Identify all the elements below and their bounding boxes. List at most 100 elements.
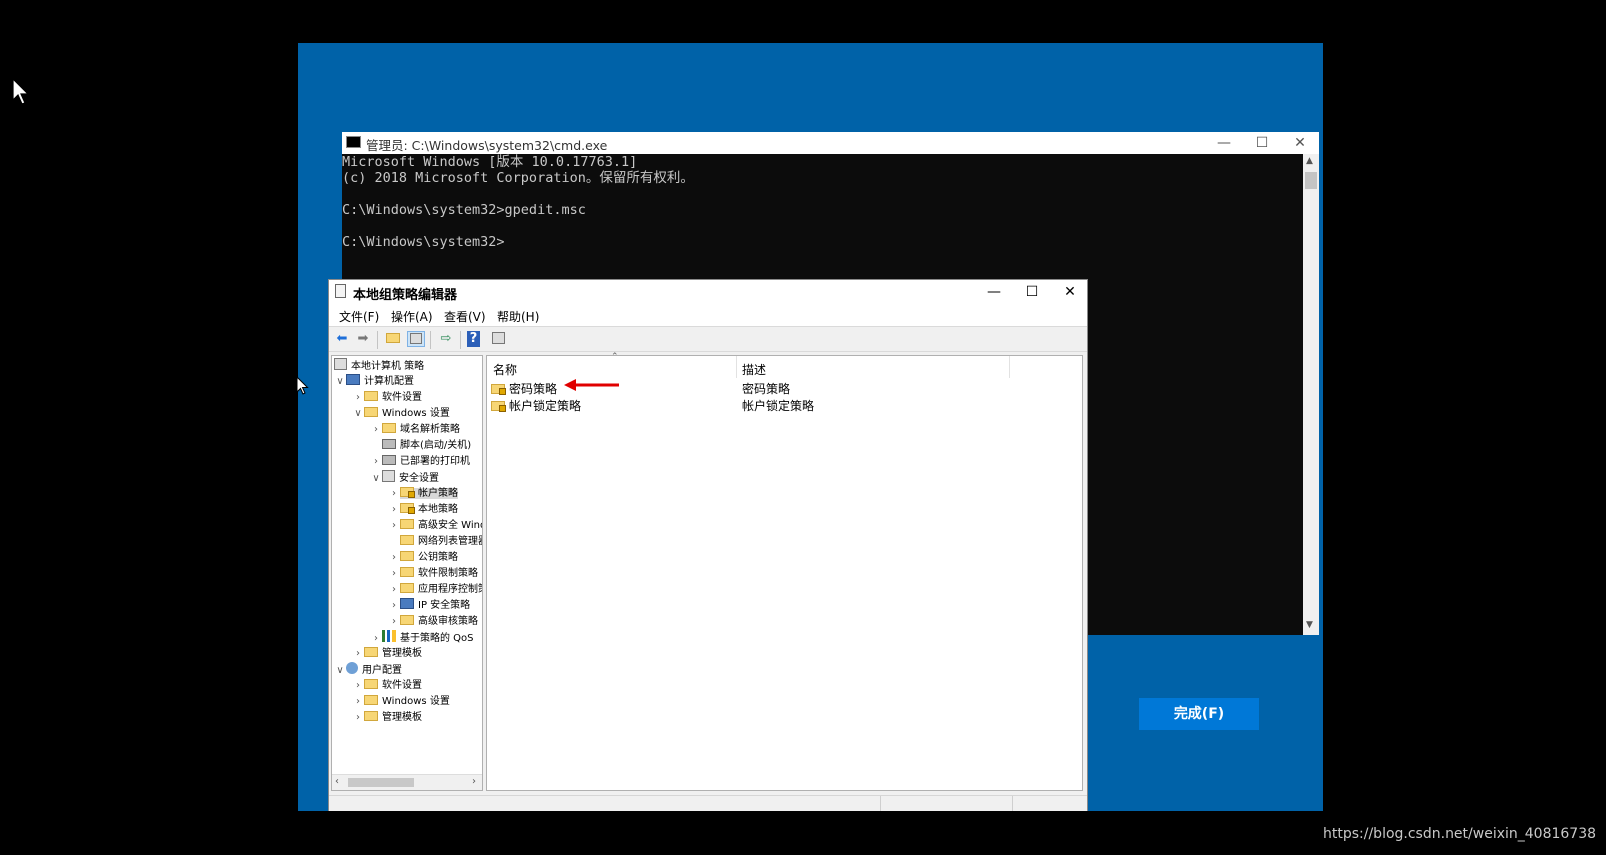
show-hide-tree-icon[interactable]	[407, 331, 425, 347]
folder-icon	[400, 583, 414, 593]
tree-item-account-policies[interactable]: › 帐户策略	[388, 486, 458, 502]
tree-item-name-resolution-policy[interactable]: › 域名解析策略	[370, 422, 460, 438]
chevron-right-icon[interactable]: ›	[388, 598, 400, 614]
status-divider	[880, 796, 881, 811]
chevron-right-icon[interactable]: ›	[370, 422, 382, 438]
list-item-account-lockout-policy[interactable]: 帐户锁定策略	[491, 398, 581, 414]
tree-item-user-admin-templates[interactable]: › 管理模板	[352, 710, 422, 726]
tree-item-label: 本地策略	[418, 504, 458, 515]
tree-item-software-restriction[interactable]: › 软件限制策略	[388, 566, 478, 582]
tree-item-qos[interactable]: › 基于策略的 QoS	[370, 630, 474, 646]
properties-pane-icon[interactable]	[489, 331, 507, 347]
tree-item-label: 应用程序控制策略	[418, 584, 482, 595]
menu-help[interactable]: 帮助(H)	[497, 308, 539, 325]
chevron-right-icon[interactable]: ›	[388, 614, 400, 630]
chevron-right-icon[interactable]: ›	[388, 550, 400, 566]
finish-button[interactable]: 完成(F)	[1139, 698, 1259, 730]
chevron-right-icon[interactable]: ›	[370, 454, 382, 470]
column-header-description[interactable]: 描述	[742, 361, 766, 378]
cmd-title: 管理员: C:\Windows\system32\cmd.exe	[366, 138, 608, 153]
chevron-right-icon[interactable]: ›	[352, 678, 364, 694]
cmd-scroll-thumb[interactable]	[1305, 172, 1317, 189]
tree-item-advanced-firewall[interactable]: › 高级安全 Windows	[388, 518, 482, 534]
user-icon	[346, 662, 358, 674]
list-item-name: 帐户锁定策略	[509, 399, 582, 413]
expand-chevron-down-icon[interactable]: ∨	[334, 663, 346, 679]
forward-arrow-icon[interactable]: ➡	[354, 331, 372, 347]
chevron-right-icon[interactable]: ›	[352, 390, 364, 406]
expand-chevron-down-icon[interactable]: ∨	[352, 406, 364, 422]
chevron-right-icon[interactable]: ›	[388, 582, 400, 598]
back-arrow-icon[interactable]: ⬅	[333, 331, 351, 347]
tree-item-local-computer-policy[interactable]: 本地计算机 策略	[334, 358, 424, 374]
mouse-cursor-icon	[12, 78, 30, 105]
tree-item-label: 帐户策略	[418, 488, 458, 499]
gpedit-maximize-button[interactable]: ☐	[1013, 281, 1051, 303]
folder-icon	[364, 679, 378, 689]
tree-item-security-settings[interactable]: ∨ 安全设置	[370, 470, 439, 486]
console-line: C:\Windows\system32>gpedit.msc	[342, 202, 586, 218]
column-divider[interactable]	[736, 356, 737, 378]
printer-icon	[382, 455, 396, 465]
tree-item-label: 基于策略的 QoS	[400, 633, 474, 644]
tree-item-software-settings[interactable]: › 软件设置	[352, 390, 422, 406]
tree-item-ip-security[interactable]: › IP 安全策略	[388, 598, 470, 614]
cmd-maximize-button[interactable]: ☐	[1243, 132, 1281, 154]
column-divider[interactable]	[1009, 356, 1010, 378]
gpedit-minimize-button[interactable]: —	[975, 281, 1013, 303]
tree-item-public-key-policies[interactable]: › 公钥策略	[388, 550, 458, 566]
tree-item-advanced-audit[interactable]: › 高级审核策略	[388, 614, 478, 630]
tree-scroll-thumb[interactable]	[348, 778, 414, 787]
help-icon[interactable]: ?	[467, 331, 480, 347]
tree-item-app-control[interactable]: › 应用程序控制策略	[388, 582, 482, 598]
chevron-right-icon[interactable]: ›	[388, 566, 400, 582]
list-item-password-policy[interactable]: 密码策略	[491, 381, 557, 397]
up-folder-icon[interactable]	[384, 331, 402, 347]
menu-action[interactable]: 操作(A)	[391, 308, 433, 325]
chevron-right-icon[interactable]: ›	[370, 631, 382, 647]
scroll-right-arrow-icon[interactable]: ›	[472, 776, 476, 787]
export-list-icon[interactable]: ⇨	[437, 331, 455, 347]
folder-icon	[364, 695, 378, 705]
tree-item-label: 安全设置	[399, 473, 439, 484]
tree-item-network-list-manager[interactable]: 网络列表管理器	[388, 534, 482, 550]
tree-item-local-policies[interactable]: › 本地策略	[388, 502, 458, 518]
expand-chevron-down-icon[interactable]: ∨	[370, 471, 382, 487]
chevron-right-icon[interactable]: ›	[352, 646, 364, 662]
cmd-minimize-button[interactable]: —	[1205, 132, 1243, 154]
console-line: (c) 2018 Microsoft Corporation。保留所有权利。	[342, 170, 694, 186]
menu-view[interactable]: 查看(V)	[444, 308, 486, 325]
cmd-vertical-scrollbar[interactable]: ▲ ▼	[1303, 154, 1319, 635]
tree-item-user-windows-settings[interactable]: › Windows 设置	[352, 694, 450, 710]
tree-item-label: 域名解析策略	[400, 424, 460, 435]
chevron-right-icon[interactable]: ›	[388, 486, 400, 502]
ip-security-icon	[400, 598, 414, 609]
toolbar-separator	[430, 331, 431, 349]
tree-item-scripts[interactable]: 脚本(启动/关机)	[370, 438, 471, 454]
cmd-close-button[interactable]: ✕	[1281, 132, 1319, 154]
expand-chevron-down-icon[interactable]: ∨	[334, 374, 346, 390]
scroll-down-arrow-icon[interactable]: ▼	[1306, 620, 1313, 630]
tree-item-label: 用户配置	[362, 665, 402, 676]
chevron-right-icon[interactable]: ›	[352, 710, 364, 726]
scroll-left-arrow-icon[interactable]: ‹	[335, 776, 339, 787]
gpedit-title-bar[interactable]: 本地组策略编辑器 — ☐ ✕	[329, 280, 1087, 304]
status-bar	[329, 795, 1087, 811]
tree-item-user-config[interactable]: ∨ 用户配置	[334, 662, 402, 678]
tree-item-user-software-settings[interactable]: › 软件设置	[352, 678, 422, 694]
tree-item-windows-settings[interactable]: ∨ Windows 设置	[352, 406, 450, 422]
scroll-up-arrow-icon[interactable]: ▲	[1306, 156, 1313, 166]
tree-item-admin-templates[interactable]: › 管理模板	[352, 646, 422, 662]
chevron-right-icon[interactable]: ›	[388, 502, 400, 518]
tree-item-deployed-printers[interactable]: › 已部署的打印机	[370, 454, 470, 470]
gpedit-close-button[interactable]: ✕	[1051, 281, 1089, 303]
menu-file[interactable]: 文件(F)	[339, 308, 379, 325]
tree-horizontal-scrollbar[interactable]: ‹ ›	[332, 774, 482, 790]
chevron-right-icon[interactable]: ›	[352, 694, 364, 710]
tree-item-computer-config[interactable]: ∨ 计算机配置	[334, 374, 414, 390]
cmd-title-bar[interactable]: 管理员: C:\Windows\system32\cmd.exe — ☐ ✕	[342, 132, 1319, 154]
menu-bar: 文件(F) 操作(A) 查看(V) 帮助(H)	[329, 304, 1087, 326]
column-header-name[interactable]: 名称	[493, 361, 517, 378]
chevron-right-icon[interactable]: ›	[388, 518, 400, 534]
watermark-url: https://blog.csdn.net/weixin_40816738	[1323, 826, 1597, 842]
